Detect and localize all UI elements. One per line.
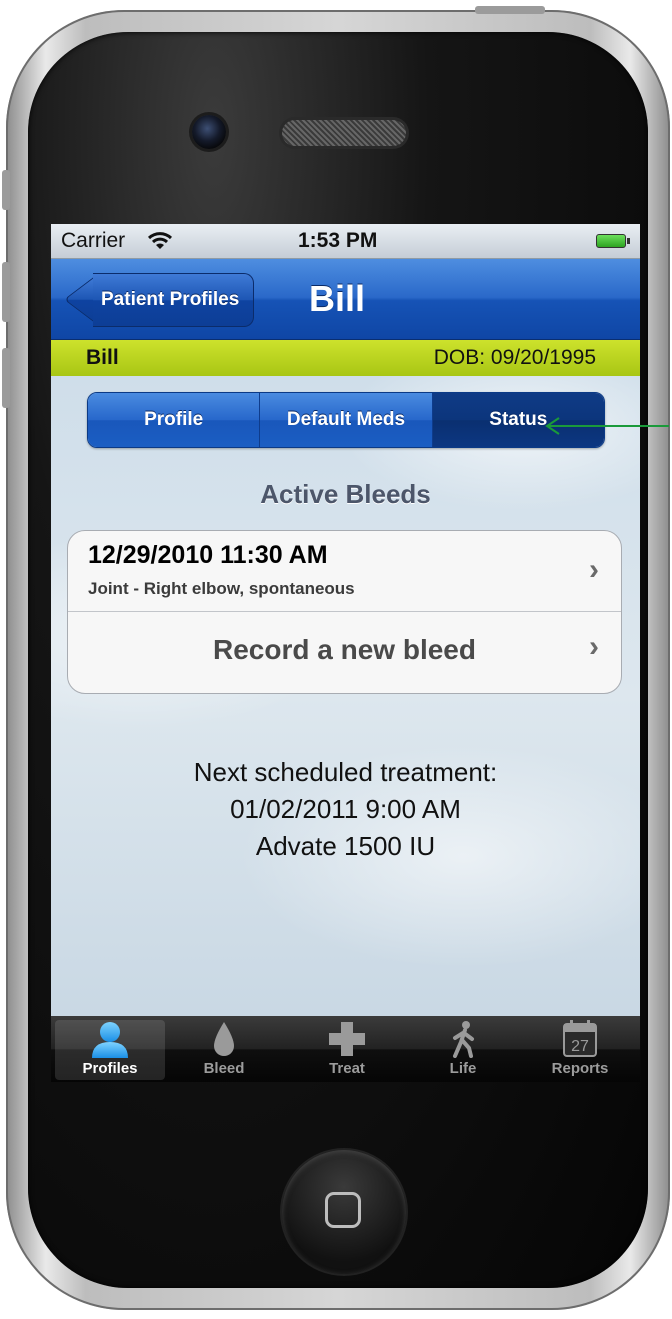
calendar-day: 27 (571, 1038, 589, 1055)
chevron-right-icon: › (589, 553, 599, 586)
bleed-row[interactable]: 12/29/2010 11:30 AM Joint - Right elbow,… (68, 531, 621, 612)
battery-icon (596, 234, 630, 248)
status-bar: Carrier 1:53 PM (51, 224, 640, 259)
record-new-bleed-row[interactable]: Record a new bleed › (68, 612, 621, 694)
tab-bleed[interactable]: Bleed (169, 1020, 279, 1080)
tab-reports[interactable]: 27 Reports (525, 1020, 635, 1080)
bleed-description: Joint - Right elbow, spontaneous (88, 579, 355, 598)
tab-label: Treat (329, 1060, 365, 1077)
segmented-control: Profile Default Meds Status (87, 392, 605, 448)
carrier-label: Carrier (61, 229, 126, 252)
annotation-arrow (545, 417, 669, 435)
segment-profile[interactable]: Profile (88, 393, 261, 447)
home-button-square-icon (325, 1192, 361, 1228)
patient-name: Bill (86, 346, 119, 369)
walking-person-icon (453, 1021, 474, 1058)
next-treatment-block: Next scheduled treatment: 01/02/2011 9:0… (51, 754, 640, 865)
tab-label: Reports (551, 1060, 609, 1077)
bleeds-table: 12/29/2010 11:30 AM Joint - Right elbow,… (67, 530, 622, 694)
next-treatment-datetime: 01/02/2011 9:00 AM (230, 794, 461, 824)
app-screen: Carrier 1:53 PM Patient Profiles Bill Bi… (51, 224, 640, 1082)
earpiece-speaker (282, 120, 406, 146)
volume-up-button (2, 262, 10, 322)
sky-background (51, 376, 640, 1016)
mute-switch (2, 170, 10, 210)
patient-dob: DOB: 09/20/1995 (433, 346, 596, 369)
tab-life[interactable]: Life (408, 1020, 518, 1080)
tab-label: Life (449, 1060, 477, 1077)
tab-bar: Profiles Bleed Treat Life 27 Reports (51, 1016, 640, 1082)
next-treatment-medication: Advate 1500 IU (255, 831, 436, 861)
wifi-icon (147, 229, 173, 263)
tab-treat[interactable]: Treat (292, 1020, 402, 1080)
tab-label: Bleed (203, 1060, 245, 1077)
person-icon (92, 1022, 128, 1058)
record-new-bleed-label: Record a new bleed (213, 634, 476, 665)
active-bleeds-heading: Active Bleeds (260, 479, 431, 509)
sleep-button (475, 6, 545, 14)
volume-down-button (2, 348, 10, 408)
page-title: Bill (309, 278, 366, 319)
calendar-icon: 27 (563, 1020, 597, 1057)
back-button-wrap: Patient Profiles (69, 259, 289, 339)
navigation-bar: Patient Profiles Bill (51, 259, 640, 340)
drop-icon (214, 1022, 234, 1056)
tab-profiles[interactable]: Profiles (55, 1020, 165, 1080)
front-camera (192, 115, 226, 149)
next-treatment-label: Next scheduled treatment: (193, 757, 498, 787)
tab-label: Profiles (82, 1060, 138, 1077)
back-button[interactable]: Patient Profiles (93, 273, 255, 327)
clock: 1:53 PM (298, 229, 378, 252)
patient-strip: Bill DOB: 09/20/1995 (51, 340, 640, 376)
bleed-date: 12/29/2010 11:30 AM (88, 541, 328, 569)
cross-icon (329, 1022, 365, 1056)
chevron-right-icon: › (589, 630, 599, 663)
segment-default-meds[interactable]: Default Meds (260, 393, 433, 447)
